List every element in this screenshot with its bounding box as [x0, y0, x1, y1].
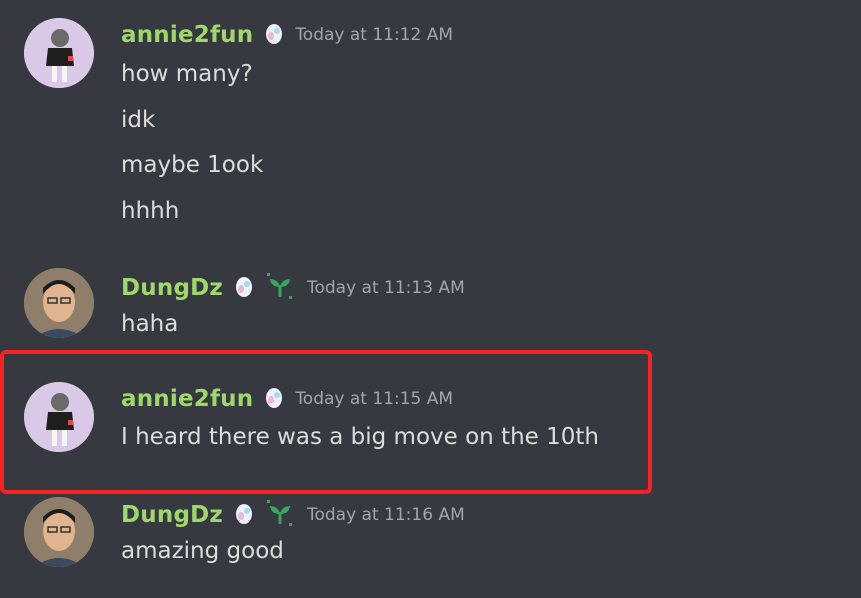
message-text: maybe 1ook — [121, 152, 264, 178]
timestamp: Today at 11:12 AM — [295, 25, 454, 45]
avatar[interactable] — [24, 497, 94, 567]
egg-badge-icon[interactable] — [235, 502, 253, 528]
avatar[interactable] — [24, 18, 94, 88]
avatar[interactable] — [24, 382, 94, 452]
sprout-badge-icon[interactable] — [265, 271, 295, 305]
egg-badge-icon[interactable] — [265, 386, 283, 412]
message-header: DungDz Today at 11:13 AM — [121, 271, 465, 305]
timestamp: Today at 11:16 AM — [306, 505, 465, 525]
message-text: haha — [121, 311, 179, 337]
highlight-box — [0, 350, 652, 494]
message-header: annie2fun Today at 11:12 AM — [121, 22, 453, 48]
username[interactable]: annie2fun — [121, 22, 253, 48]
username[interactable]: DungDz — [121, 275, 223, 301]
message-text: how many? — [121, 61, 253, 87]
egg-badge-icon[interactable] — [265, 22, 283, 48]
message-text: I heard there was a big move on the 10th — [121, 424, 599, 450]
username[interactable]: annie2fun — [121, 386, 253, 412]
message-text: amazing good — [121, 538, 284, 564]
message-header: annie2fun Today at 11:15 AM — [121, 386, 453, 412]
message-header: DungDz Today at 11:16 AM — [121, 498, 465, 532]
username[interactable]: DungDz — [121, 502, 223, 528]
message-text: idk — [121, 107, 156, 133]
sprout-badge-icon[interactable] — [265, 498, 295, 532]
timestamp: Today at 11:13 AM — [306, 278, 465, 298]
message-text: hhhh — [121, 198, 180, 224]
egg-badge-icon[interactable] — [235, 275, 253, 301]
timestamp: Today at 11:15 AM — [295, 389, 454, 409]
avatar[interactable] — [24, 268, 94, 338]
